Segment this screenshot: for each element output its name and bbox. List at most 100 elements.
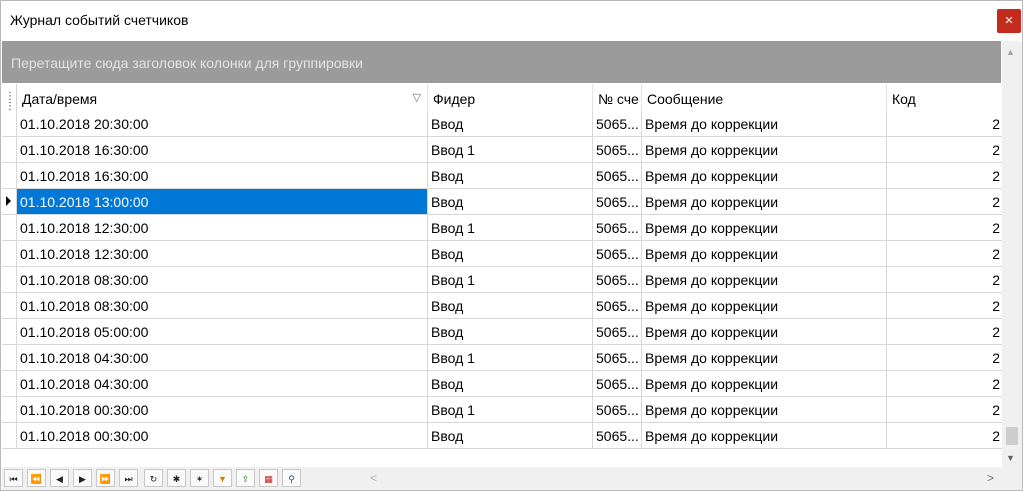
cell-code[interactable]: 2 — [887, 345, 1002, 371]
cell-counter[interactable]: 5065... — [593, 345, 642, 371]
cell-counter[interactable]: 5065... — [593, 267, 642, 293]
column-header-feeder[interactable]: Фидер — [428, 84, 593, 111]
insert-icon[interactable]: ✱ — [167, 469, 186, 487]
cell-message[interactable]: Время до коррекции — [642, 293, 887, 319]
cell-message[interactable]: Время до коррекции — [642, 163, 887, 189]
scroll-left-icon[interactable]: < — [370, 471, 377, 485]
cell-code[interactable]: 2 — [887, 241, 1002, 267]
cell-message[interactable]: Время до коррекции — [642, 267, 887, 293]
prev-record-icon[interactable]: ◀ — [50, 469, 69, 487]
cell-counter[interactable]: 5065... — [593, 241, 642, 267]
cell-datetime[interactable]: 01.10.2018 04:30:00 — [17, 371, 428, 397]
column-chooser-button[interactable]: ⋮ ⋮ — [2, 84, 17, 112]
row-indicator[interactable] — [2, 189, 17, 215]
table-row[interactable]: 01.10.2018 12:30:00 Ввод 1 5065... Время до… — [2, 215, 1002, 241]
row-indicator[interactable] — [2, 267, 17, 293]
cell-datetime[interactable]: 01.10.2018 12:30:00 — [17, 215, 428, 241]
row-indicator[interactable] — [2, 111, 17, 137]
row-indicator[interactable] — [2, 163, 17, 189]
cell-datetime[interactable]: 01.10.2018 00:30:00 — [17, 397, 428, 423]
cell-datetime[interactable]: 01.10.2018 08:30:00 — [17, 267, 428, 293]
cell-counter[interactable]: 5065... — [593, 137, 642, 163]
cell-feeder[interactable]: Ввод — [428, 163, 593, 189]
table-row[interactable]: 01.10.2018 20:30:00 Ввод 5065... Время до к… — [2, 111, 1002, 137]
table-row[interactable]: 01.10.2018 00:30:00 Ввод 5065... Время до к… — [2, 423, 1002, 449]
table-row[interactable]: 01.10.2018 04:30:00 Ввод 5065... Время до к… — [2, 371, 1002, 397]
table-row[interactable]: 01.10.2018 05:00:00 Ввод 5065... Время до к… — [2, 319, 1002, 345]
scroll-thumb[interactable] — [1006, 427, 1018, 445]
delete-icon[interactable]: ✶ — [190, 469, 209, 487]
row-indicator[interactable] — [2, 397, 17, 423]
cell-feeder[interactable]: Ввод — [428, 241, 593, 267]
filter-funnel-icon[interactable]: ▽ — [413, 91, 421, 104]
export-icon[interactable]: ⇪ — [236, 469, 255, 487]
row-indicator[interactable] — [2, 423, 17, 449]
filter-icon[interactable]: ▼ — [213, 469, 232, 487]
cell-code[interactable]: 2 — [887, 111, 1002, 137]
cell-message[interactable]: Время до коррекции — [642, 345, 887, 371]
cell-message[interactable]: Время до коррекции — [642, 215, 887, 241]
cell-feeder[interactable]: Ввод — [428, 111, 593, 137]
cell-message[interactable]: Время до коррекции — [642, 111, 887, 137]
cell-counter[interactable]: 5065... — [593, 215, 642, 241]
cell-datetime[interactable]: 01.10.2018 16:30:00 — [17, 137, 428, 163]
cell-datetime[interactable]: 01.10.2018 16:30:00 — [17, 163, 428, 189]
row-indicator[interactable] — [2, 215, 17, 241]
table-row[interactable]: 01.10.2018 08:30:00 Ввод 1 5065... Время до… — [2, 267, 1002, 293]
cell-datetime[interactable]: 01.10.2018 20:30:00 — [17, 111, 428, 137]
cell-feeder[interactable]: Ввод 1 — [428, 215, 593, 241]
table-row[interactable]: 01.10.2018 08:30:00 Ввод 5065... Время до к… — [2, 293, 1002, 319]
cell-code[interactable]: 2 — [887, 163, 1002, 189]
cell-counter[interactable]: 5065... — [593, 371, 642, 397]
vertical-scrollbar[interactable]: ▲ ▼ — [1002, 41, 1022, 467]
row-indicator[interactable] — [2, 137, 17, 163]
column-header-code[interactable]: Код — [887, 84, 1002, 111]
cell-code[interactable]: 2 — [887, 137, 1002, 163]
cell-message[interactable]: Время до коррекции — [642, 371, 887, 397]
cell-message[interactable]: Время до коррекции — [642, 137, 887, 163]
table-row[interactable]: 01.10.2018 16:30:00 Ввод 1 5065... Время до… — [2, 137, 1002, 163]
cell-code[interactable]: 2 — [887, 215, 1002, 241]
group-by-panel[interactable]: Перетащите сюда заголовок колонки для гр… — [2, 41, 1001, 83]
cell-code[interactable]: 2 — [887, 397, 1002, 423]
row-indicator[interactable] — [2, 241, 17, 267]
cell-datetime[interactable]: 01.10.2018 13:00:00 — [17, 189, 428, 215]
prev-page-icon[interactable]: ⏪ — [27, 469, 46, 487]
cell-feeder[interactable]: Ввод — [428, 319, 593, 345]
column-header-datetime[interactable]: Дата/время ▽ — [17, 84, 428, 111]
table-row[interactable]: 01.10.2018 04:30:00 Ввод 1 5065... Время до… — [2, 345, 1002, 371]
cell-feeder[interactable]: Ввод — [428, 293, 593, 319]
row-indicator[interactable] — [2, 345, 17, 371]
cell-feeder[interactable]: Ввод — [428, 371, 593, 397]
cell-feeder[interactable]: Ввод 1 — [428, 137, 593, 163]
last-record-icon[interactable]: ⏭ — [119, 469, 138, 487]
scroll-right-icon[interactable]: > — [987, 471, 994, 485]
row-indicator[interactable] — [2, 293, 17, 319]
cell-code[interactable]: 2 — [887, 189, 1002, 215]
cell-counter[interactable]: 5065... — [593, 319, 642, 345]
cell-counter[interactable]: 5065... — [593, 397, 642, 423]
cell-message[interactable]: Время до коррекции — [642, 319, 887, 345]
row-indicator[interactable] — [2, 371, 17, 397]
cell-code[interactable]: 2 — [887, 423, 1002, 449]
cell-datetime[interactable]: 01.10.2018 05:00:00 — [17, 319, 428, 345]
cell-code[interactable]: 2 — [887, 293, 1002, 319]
cell-counter[interactable]: 5065... — [593, 163, 642, 189]
cell-message[interactable]: Время до коррекции — [642, 397, 887, 423]
cell-feeder[interactable]: Ввод 1 — [428, 397, 593, 423]
column-header-message[interactable]: Сообщение — [642, 84, 887, 111]
cell-message[interactable]: Время до коррекции — [642, 423, 887, 449]
refresh-icon[interactable]: ↻ — [144, 469, 163, 487]
cell-code[interactable]: 2 — [887, 267, 1002, 293]
table-row[interactable]: 01.10.2018 16:30:00 Ввод 5065... Время до к… — [2, 163, 1002, 189]
cell-datetime[interactable]: 01.10.2018 12:30:00 — [17, 241, 428, 267]
column-header-counter[interactable]: № сче — [593, 84, 642, 111]
cell-code[interactable]: 2 — [887, 371, 1002, 397]
close-button[interactable]: × — [997, 9, 1021, 33]
cell-counter[interactable]: 5065... — [593, 293, 642, 319]
table-row[interactable]: 01.10.2018 00:30:00 Ввод 1 5065... Время до… — [2, 397, 1002, 423]
next-record-icon[interactable]: ▶ — [73, 469, 92, 487]
cell-datetime[interactable]: 01.10.2018 08:30:00 — [17, 293, 428, 319]
next-page-icon[interactable]: ⏩ — [96, 469, 115, 487]
cell-counter[interactable]: 5065... — [593, 423, 642, 449]
